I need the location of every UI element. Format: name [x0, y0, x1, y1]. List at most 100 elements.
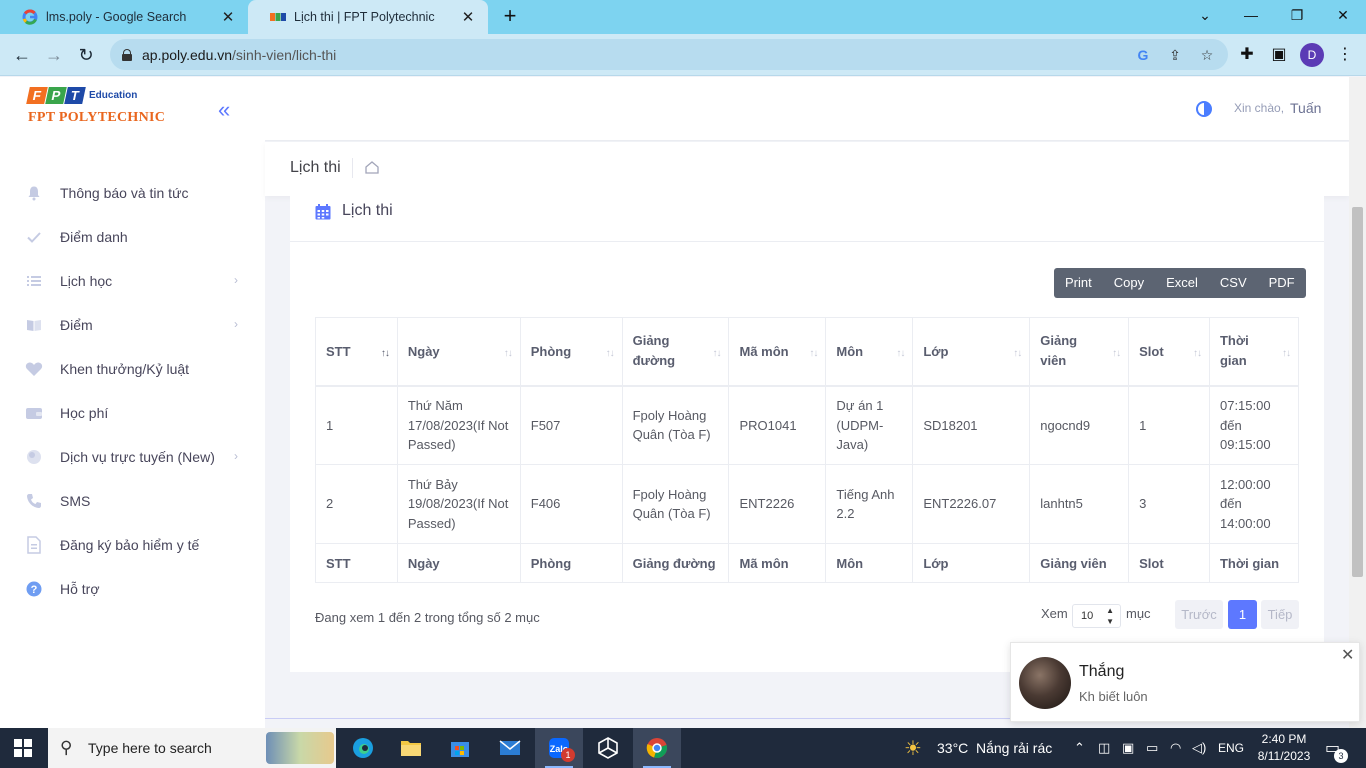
cell-stt: 2 — [315, 464, 398, 544]
notification-count-badge: 3 — [1334, 749, 1348, 763]
tab-search-chevron-icon[interactable]: ⌄ — [1182, 0, 1228, 30]
windows-start-icon[interactable] — [14, 739, 32, 757]
footer-thoi-gian: Thời gian — [1208, 543, 1300, 583]
table-header-row: STT ↑↓ Ngày ↑↓ Phòng ↑↓ Giảng đường ↑↓ Mã mô… — [315, 317, 1300, 387]
collapse-sidebar-icon[interactable]: « — [218, 99, 230, 121]
restore-icon[interactable]: ❐ — [1274, 0, 1320, 30]
tab-close-icon[interactable]: ✕ — [460, 8, 476, 26]
system-clock[interactable]: 2:40 PM 8/11/2023 — [1254, 731, 1314, 765]
sidebar-item-label: Khen thưởng/Kỷ luật — [60, 361, 190, 377]
microsoft-store-icon[interactable] — [436, 728, 484, 768]
bookmark-star-icon[interactable]: ☆ — [1198, 46, 1216, 64]
network-device-icon[interactable]: ◫ — [1098, 740, 1110, 756]
home-icon[interactable] — [365, 161, 379, 177]
cell-giang-duong: Fpoly Hoàng Quân (Tòa F) — [621, 464, 730, 544]
column-header-phong[interactable]: Phòng ↑↓ — [519, 317, 623, 387]
column-header-ma-mon[interactable]: Mã môn ↑↓ — [728, 317, 827, 387]
divider — [352, 158, 353, 178]
tab-lich-thi[interactable]: Lịch thi | FPT Polytechnic ✕ — [248, 0, 488, 34]
wifi-icon[interactable]: ◠ — [1170, 740, 1181, 756]
user-name[interactable]: Tuấn — [1290, 100, 1321, 116]
chrome-icon[interactable] — [633, 728, 681, 768]
file-explorer-icon[interactable] — [387, 728, 435, 768]
sidebar-item-diem[interactable]: Điểm › — [0, 303, 265, 347]
tab-title: Lịch thi | FPT Polytechnic — [294, 10, 435, 24]
share-icon[interactable]: ⇪ — [1166, 46, 1184, 64]
google-icon — [22, 9, 38, 25]
browser-tab-bar: lms.poly - Google Search ✕ Lịch thi | FP… — [0, 0, 1366, 34]
print-button[interactable]: Print — [1054, 268, 1103, 298]
table-info-text: Đang xem 1 đến 2 trong tổng số 2 mục — [315, 610, 540, 625]
cell-slot: 1 — [1128, 385, 1210, 465]
mail-icon[interactable] — [486, 728, 534, 768]
column-header-stt[interactable]: STT ↑↓ — [315, 317, 398, 387]
copy-button[interactable]: Copy — [1103, 268, 1155, 298]
extensions-puzzle-icon[interactable]: ✚ — [1236, 44, 1258, 66]
close-icon[interactable]: ✕ — [1341, 645, 1354, 665]
page-1-button[interactable]: 1 — [1228, 600, 1257, 629]
profile-avatar[interactable]: D — [1300, 43, 1324, 67]
column-header-slot[interactable]: Slot ↑↓ — [1128, 317, 1210, 387]
chat-notification[interactable]: Thắng Kh biết luôn ✕ — [1010, 642, 1360, 722]
battery-icon[interactable]: ▭ — [1146, 740, 1158, 756]
theme-toggle-icon[interactable] — [1196, 101, 1212, 117]
sidebar-item-lich-hoc[interactable]: Lịch học › — [0, 259, 265, 303]
excel-button[interactable]: Excel — [1155, 268, 1209, 298]
sidebar-item-sms[interactable]: SMS — [0, 479, 265, 523]
sidebar-item-label: SMS — [60, 493, 91, 509]
close-window-icon[interactable]: ✕ — [1320, 0, 1366, 30]
back-arrow-icon[interactable]: ← — [10, 43, 34, 67]
list-icon — [25, 272, 43, 290]
new-tab-button[interactable]: + — [498, 5, 522, 29]
edge-icon[interactable] — [339, 728, 387, 768]
column-header-giang-duong[interactable]: Giảng đường ↑↓ — [621, 317, 730, 387]
column-header-giang-vien[interactable]: Giảng viên ↑↓ — [1029, 317, 1130, 387]
minimize-icon[interactable]: — — [1228, 0, 1274, 30]
csv-button[interactable]: CSV — [1209, 268, 1258, 298]
column-header-mon[interactable]: Môn ↑↓ — [825, 317, 914, 387]
chevron-right-icon: › — [234, 449, 238, 463]
address-bar[interactable]: ap.poly.edu.vn/sinh-vien/lich-thi G ⇪ ☆ — [110, 39, 1228, 70]
forward-arrow-icon[interactable]: → — [42, 43, 66, 67]
volume-icon[interactable]: ◁) — [1192, 740, 1206, 756]
column-header-ngay[interactable]: Ngày ↑↓ — [396, 317, 521, 387]
url-text[interactable]: ap.poly.edu.vn/sinh-vien/lich-thi — [142, 47, 336, 63]
weather-temperature[interactable]: 33°C — [937, 740, 968, 756]
next-page-button[interactable]: Tiếp — [1261, 600, 1299, 629]
tab-google-search[interactable]: lms.poly - Google Search ✕ — [0, 0, 248, 34]
pdf-button[interactable]: PDF — [1258, 268, 1306, 298]
page-length-select[interactable]: 10 ▲ ▼ — [1072, 604, 1121, 628]
sidebar-item-thong-bao[interactable]: Thông báo và tin tức — [0, 171, 265, 215]
more-menu-icon[interactable]: ⋮ — [1334, 44, 1356, 66]
google-lens-icon[interactable]: G — [1134, 46, 1152, 64]
chevron-right-icon: › — [234, 317, 238, 331]
sidebar-item-bao-hiem[interactable]: Đăng ký bảo hiểm y tế — [0, 523, 265, 567]
previous-page-button[interactable]: Trước — [1175, 600, 1223, 629]
unity-icon[interactable] — [584, 728, 632, 768]
fpt-polytechnic-logo[interactable]: F P T Education FPT POLYTECHNIC — [26, 87, 165, 126]
security-icon[interactable]: ▣ — [1122, 740, 1134, 756]
weather-partly-sunny-icon[interactable]: ☀ — [904, 736, 922, 761]
sidebar-item-dich-vu[interactable]: Dịch vụ trực tuyến (New) › — [0, 435, 265, 479]
sidebar-item-khen-thuong[interactable]: Khen thưởng/Kỷ luật — [0, 347, 265, 391]
side-panel-icon[interactable]: ▣ — [1268, 44, 1290, 66]
footer-slot: Slot — [1128, 543, 1210, 583]
reload-icon[interactable]: ↻ — [74, 43, 98, 67]
column-header-thoi-gian[interactable]: Thời gian ↑↓ — [1208, 317, 1300, 387]
lock-icon[interactable] — [122, 48, 132, 61]
chevron-up-icon[interactable]: ⌃ — [1074, 740, 1085, 756]
help-icon: ? — [25, 580, 43, 598]
page-scrollbar[interactable] — [1349, 77, 1366, 728]
cell-mon: Dự án 1 (UDPM-Java) — [825, 385, 914, 465]
sidebar-item-hoc-phi[interactable]: Học phí — [0, 391, 265, 435]
sidebar-item-label: Điểm — [60, 317, 93, 333]
column-header-lop[interactable]: Lớp ↑↓ — [912, 317, 1031, 387]
zalo-icon[interactable]: Zalo 1 — [535, 728, 583, 768]
tab-close-icon[interactable]: ✕ — [220, 8, 236, 26]
sidebar-item-ho-tro[interactable]: ? Hỗ trợ — [0, 567, 265, 611]
scrollbar-thumb[interactable] — [1352, 207, 1363, 577]
weather-description[interactable]: Nắng rải rác — [976, 740, 1052, 756]
input-language[interactable]: ENG — [1218, 741, 1244, 755]
sidebar-item-diem-danh[interactable]: Điểm danh — [0, 215, 265, 259]
taskbar-search[interactable]: ⚲ Type here to search — [48, 728, 336, 768]
